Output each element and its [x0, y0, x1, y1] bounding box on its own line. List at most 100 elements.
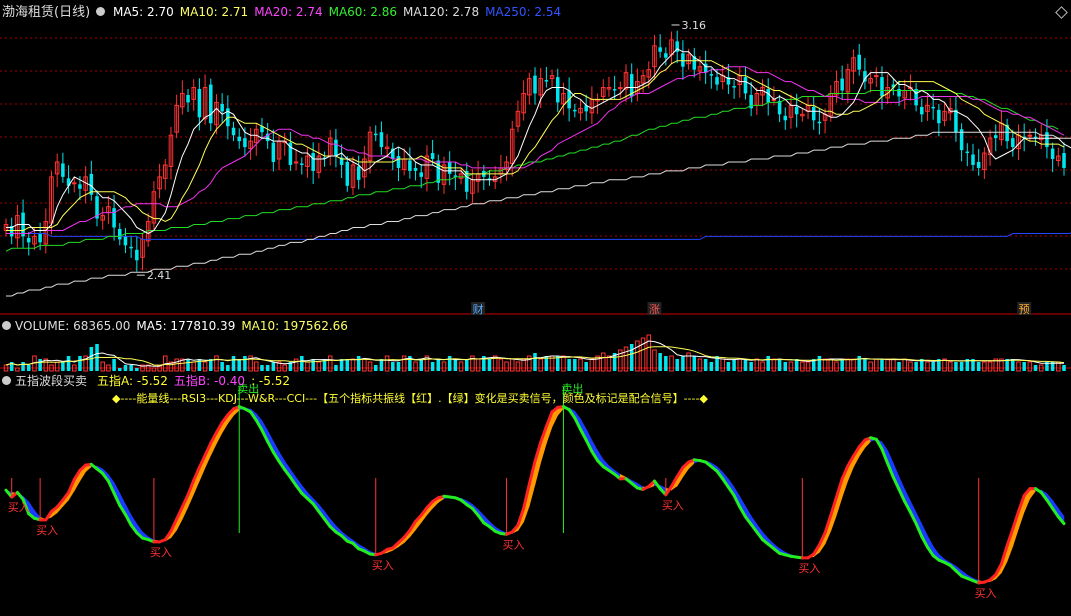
volume-bar-115	[658, 353, 662, 371]
signal-circle-icon[interactable]	[2, 376, 11, 385]
volume-bar-47	[271, 362, 276, 371]
volume-bar-160	[914, 362, 918, 371]
candle-body-134	[766, 89, 770, 103]
volume-bar-145	[828, 358, 834, 372]
volume-bar-40	[231, 356, 236, 371]
volume-bar-83	[475, 358, 481, 372]
settings-circle-icon[interactable]	[96, 7, 106, 16]
candle-body-42	[243, 138, 247, 148]
ma-legend: MA5: 2.70 MA10: 2.71 MA20: 2.74 MA60: 2.86 M…	[113, 5, 567, 19]
volume-bar-153	[874, 358, 879, 372]
volume-bar-63	[362, 358, 367, 372]
volume-bar-129	[737, 358, 743, 372]
volume-circle-icon[interactable]	[2, 321, 11, 330]
volume-bar-171	[976, 362, 981, 371]
volume-bar-186	[1062, 365, 1066, 371]
candle-body-150	[857, 54, 861, 70]
candle-body-73	[419, 172, 423, 177]
candle-body-12	[71, 182, 77, 185]
volume-bar-70	[401, 355, 407, 372]
volume-bar-38	[220, 362, 224, 371]
volume-bar-144	[822, 358, 828, 372]
volume-bar-61	[350, 358, 356, 372]
buy-label-4: 买入	[503, 538, 525, 551]
volume-bar-89	[509, 358, 515, 372]
volume-bar-173	[987, 361, 993, 372]
candle-body-142	[811, 106, 816, 121]
candle-body-71	[408, 160, 412, 171]
volume-bar-123	[703, 359, 708, 371]
volume-bar-46	[265, 365, 270, 371]
buy-label-2: 买入	[150, 546, 172, 559]
candle-body-107	[612, 89, 617, 91]
candle-body-161	[920, 106, 924, 115]
candle-body-38	[220, 103, 224, 112]
volume-bar-102	[584, 362, 588, 371]
volume-bar-72	[413, 361, 418, 372]
volume-bar-34	[197, 359, 202, 371]
marker-1: 涨	[649, 303, 660, 316]
volume-bar-59	[339, 359, 344, 371]
candle-body-174	[993, 135, 998, 139]
signal-description: ◆----能量线---RSI3---KDJ---W&R---CCI---【五个指…	[112, 392, 708, 405]
candle-body-10	[61, 163, 65, 177]
volume-bar-75	[430, 362, 435, 371]
volume-bar-140	[800, 361, 805, 372]
volume-bar-37	[214, 355, 219, 372]
ma-legend-2: MA20: 2.74	[254, 5, 323, 19]
volume-bar-101	[578, 358, 583, 372]
volume-header: VOLUME: 68365.00 MA5: 177810.39 MA10: 1975…	[2, 318, 354, 334]
candle-body-66	[379, 132, 384, 148]
candle-body-21	[123, 236, 128, 246]
ma-legend-4: MA120: 2.78	[403, 5, 480, 19]
candle-body-183	[1045, 132, 1049, 148]
volume-bar-124	[709, 362, 714, 371]
volume-bar-88	[504, 361, 509, 372]
volume-bar-127	[726, 362, 731, 371]
volume-bar-119	[681, 356, 685, 371]
volume-bar-121	[692, 356, 697, 371]
volume-bar-133	[760, 361, 765, 372]
volume-bar-143	[817, 356, 822, 371]
candle-body-116	[664, 53, 668, 58]
candle-body-115	[658, 47, 662, 52]
candle-body-147	[840, 78, 844, 91]
volume-bar-122	[697, 358, 703, 372]
volume-bar-149	[851, 358, 856, 372]
volume-bar-91	[521, 358, 526, 372]
volume-bar-58	[334, 365, 338, 371]
low-price-label: 2.41	[147, 269, 172, 282]
volume-bar-141	[805, 361, 811, 372]
volume-bar-166	[947, 361, 953, 372]
signal-a-value: 五指A: -5.52	[97, 374, 168, 388]
candle-body-171	[976, 161, 981, 168]
candle-body-75	[430, 153, 435, 159]
candle-body-6	[38, 233, 42, 243]
candle-body-47	[271, 142, 276, 162]
volume-bar-162	[925, 361, 930, 372]
candle-body-72	[413, 167, 418, 171]
volume-bar-103	[589, 358, 595, 372]
candle-body-54	[311, 153, 315, 171]
candle-body-100	[573, 109, 577, 112]
candle-body-136	[777, 100, 782, 115]
volume-bar-152	[868, 361, 873, 372]
volume-bar-45	[260, 365, 264, 371]
volume-bar-41	[237, 359, 241, 371]
volume-bar-135	[771, 358, 777, 372]
ma250-line	[6, 232, 1071, 240]
volume-bar-163	[931, 362, 935, 371]
candle-body-97	[555, 77, 560, 103]
volume-bar-150	[857, 356, 861, 371]
volume-bar-10	[61, 362, 65, 371]
stock-title[interactable]: 渤海租赁(日线)	[2, 5, 90, 20]
volume-bar-155	[885, 358, 890, 372]
volume-bar-159	[908, 361, 913, 372]
candle-body-51	[293, 161, 299, 164]
candle-body-177	[1011, 138, 1015, 148]
volume-bar-68	[391, 362, 395, 371]
volume-bar-64	[367, 361, 373, 372]
candle-body-125	[715, 77, 719, 85]
volume-bar-146	[834, 361, 839, 372]
volume-bar-62	[356, 356, 361, 371]
